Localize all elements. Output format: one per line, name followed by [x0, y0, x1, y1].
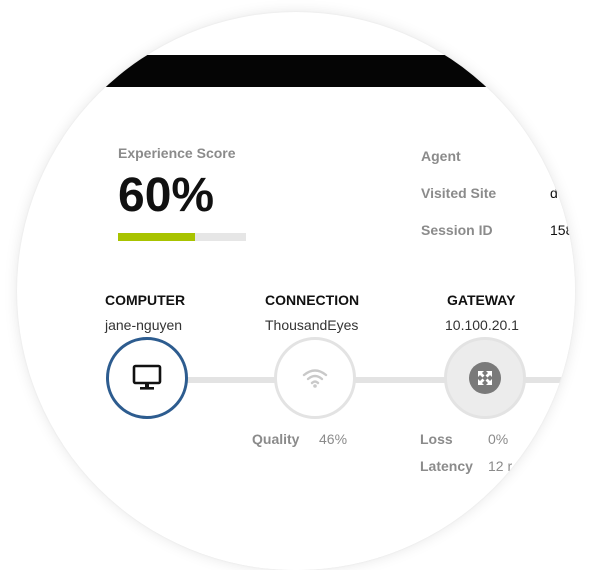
connection-title: CONNECTION: [265, 292, 360, 308]
experience-score-label: Experience Score: [118, 145, 236, 161]
computer-hostname: jane-nguyen: [105, 317, 183, 333]
latency-value: 12 r: [488, 458, 513, 474]
gateway-ip: 10.100.20.1: [445, 317, 519, 333]
loss-value: 0%: [488, 431, 509, 447]
gateway-icon: [469, 362, 501, 394]
wifi-icon: [302, 369, 328, 388]
quality-value: 46%: [319, 431, 348, 447]
connection-provider: ThousandEyes: [265, 317, 359, 333]
experience-score-bar: [118, 233, 246, 241]
experience-score-bar-fill: [118, 233, 195, 241]
connector-connection-gateway: [354, 377, 446, 383]
agent-label: Agent: [421, 148, 461, 164]
gateway-node[interactable]: [444, 337, 526, 419]
visited-site-value: dc: [550, 185, 565, 201]
loss-label: Loss: [420, 431, 453, 447]
latency-label: Latency: [420, 458, 473, 474]
visited-site-label: Visited Site: [421, 185, 497, 201]
computer-node[interactable]: [106, 337, 188, 419]
minimize-window-button[interactable]: [89, 65, 98, 74]
gateway-title: GATEWAY: [447, 292, 516, 308]
app-window: [63, 55, 575, 570]
connector-computer-connection: [186, 377, 276, 383]
circle-frame: Experience Score 60% Agent Visited Site …: [17, 12, 575, 570]
connector-gateway-next: [524, 377, 575, 383]
session-id-label: Session ID: [421, 222, 493, 238]
experience-score-value: 60%: [118, 169, 215, 222]
connection-node[interactable]: [274, 337, 356, 419]
session-id-value: 158: [550, 222, 574, 238]
quality-label: Quality: [252, 431, 300, 447]
computer-title: COMPUTER: [105, 292, 186, 308]
titlebar-edge: [495, 55, 525, 87]
close-window-button[interactable]: [74, 65, 83, 74]
maximize-window-button[interactable]: [104, 65, 113, 74]
monitor-icon: [132, 364, 162, 390]
window-titlebar: [63, 55, 575, 87]
